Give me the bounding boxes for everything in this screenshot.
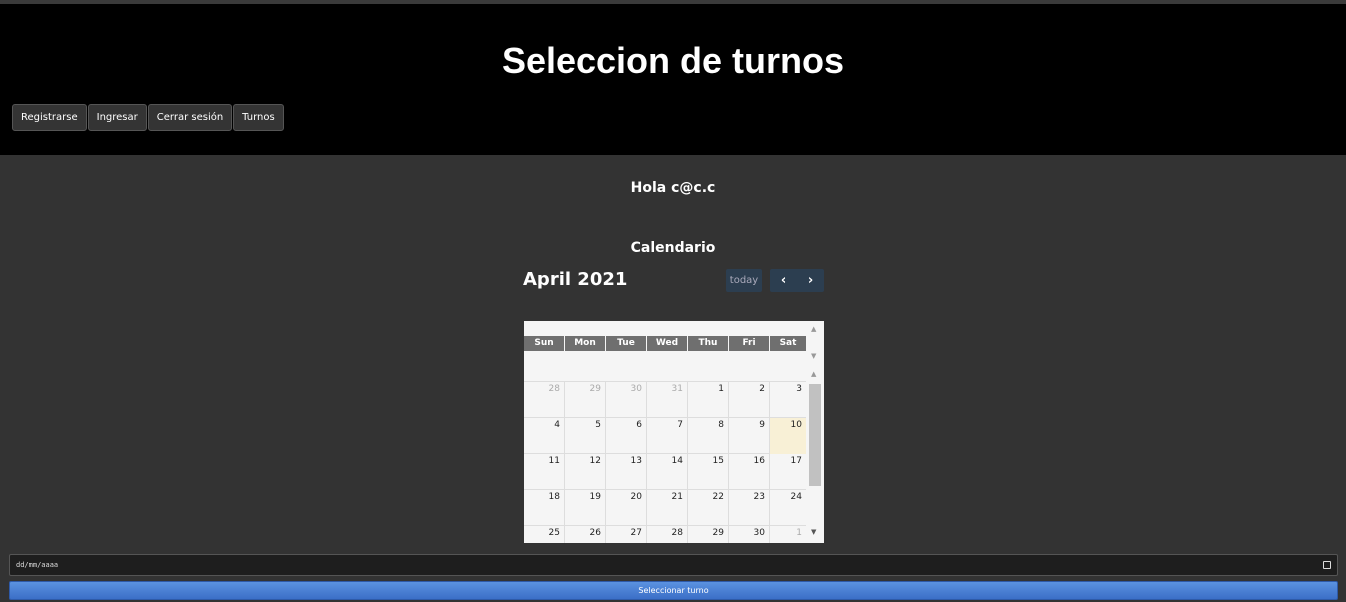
calendar-day[interactable]: 8 <box>688 418 729 454</box>
header: Seleccion de turnos Registrarse Ingresar… <box>0 4 1346 155</box>
scroll-up-icon[interactable]: ▲ <box>811 325 816 333</box>
calendar-day[interactable]: 23 <box>729 490 770 526</box>
weekday-label: Wed <box>647 336 688 351</box>
weekday-label: Tue <box>606 336 647 351</box>
calendar-day[interactable]: 30 <box>729 526 770 543</box>
calendar-day[interactable]: 11 <box>524 454 565 490</box>
chevron-left-icon[interactable]: ‹ <box>770 269 797 292</box>
calendar-day[interactable]: 1 <box>688 382 729 418</box>
calendar-week-row: 11 12 13 14 15 16 17 <box>524 453 806 490</box>
calendar-day[interactable]: 30 <box>606 382 647 418</box>
calendar-day[interactable]: 6 <box>606 418 647 454</box>
calendar-day[interactable]: 7 <box>647 418 688 454</box>
calendar-day[interactable]: 3 <box>770 382 806 418</box>
month-nav: ‹ › <box>770 269 824 292</box>
calendar-day[interactable]: 29 <box>688 526 729 543</box>
calendar-day[interactable]: 1 <box>770 526 806 543</box>
calendar-day[interactable]: 4 <box>524 418 565 454</box>
calendar-icon[interactable] <box>1323 561 1331 569</box>
month-title: April 2021 <box>523 269 628 290</box>
scroll-up-icon[interactable]: ▲ <box>811 370 816 378</box>
weekday-label: Mon <box>565 336 606 351</box>
calendar-day[interactable]: 24 <box>770 490 806 526</box>
greeting: Hola c@c.c <box>630 180 716 196</box>
logout-button[interactable]: Cerrar sesión <box>147 104 233 131</box>
today-button[interactable]: today <box>726 269 762 292</box>
calendar-scrollbar[interactable]: ▲ ▼ <box>807 366 824 543</box>
date-input[interactable]: dd/mm/aaaa <box>9 554 1338 576</box>
weekday-header: Sun Mon Tue Wed Thu Fri Sat <box>524 336 806 351</box>
nav-bar: Registrarse Ingresar Cerrar sesión Turno… <box>12 104 285 131</box>
header-scrollbar[interactable]: ▲ ▼ <box>807 321 824 366</box>
calendar-day[interactable]: 22 <box>688 490 729 526</box>
scroll-down-icon[interactable]: ▼ <box>811 352 816 360</box>
calendar-day[interactable]: 18 <box>524 490 565 526</box>
calendar-day[interactable]: 15 <box>688 454 729 490</box>
calendar-day[interactable]: 21 <box>647 490 688 526</box>
calendar-day[interactable]: 14 <box>647 454 688 490</box>
select-turn-button[interactable]: Seleccionar turno <box>9 581 1338 600</box>
calendar-day[interactable]: 17 <box>770 454 806 490</box>
calendar-day[interactable]: 25 <box>524 526 565 543</box>
register-button[interactable]: Registrarse <box>12 104 87 131</box>
calendar-day[interactable]: 10 <box>770 418 806 454</box>
weekday-label: Thu <box>688 336 729 351</box>
calendar-day[interactable]: 19 <box>565 490 606 526</box>
calendar-day[interactable]: 9 <box>729 418 770 454</box>
calendar-weeks: 28 29 30 31 1 2 3 4 5 6 7 8 9 10 11 12 13 14 15 16 17 18 19 20 2… <box>524 381 806 543</box>
weekday-label: Sat <box>770 336 806 351</box>
date-placeholder: dd/mm/aaaa <box>16 561 59 569</box>
calendar-day[interactable]: 13 <box>606 454 647 490</box>
weekday-label: Sun <box>524 336 565 351</box>
page-title: Seleccion de turnos <box>501 40 845 81</box>
chevron-right-icon[interactable]: › <box>797 269 824 292</box>
calendar-week-row: 4 5 6 7 8 9 10 <box>524 417 806 454</box>
calendar-day[interactable]: 16 <box>729 454 770 490</box>
calendar-day[interactable]: 12 <box>565 454 606 490</box>
calendar-day[interactable]: 2 <box>729 382 770 418</box>
calendar-day[interactable]: 27 <box>606 526 647 543</box>
weekday-label: Fri <box>729 336 770 351</box>
scrollbar-thumb[interactable] <box>809 384 821 486</box>
calendar-week-row: 18 19 20 21 22 23 24 <box>524 489 806 526</box>
turnos-button[interactable]: Turnos <box>233 104 284 131</box>
calendar-week-row: 25 26 27 28 29 30 1 <box>524 525 806 543</box>
calendar-day[interactable]: 26 <box>565 526 606 543</box>
calendar-day[interactable]: 20 <box>606 490 647 526</box>
login-button[interactable]: Ingresar <box>87 104 147 131</box>
calendar-week-row: 28 29 30 31 1 2 3 <box>524 381 806 418</box>
calendar-grid: Sun Mon Tue Wed Thu Fri Sat 28 29 30 31 1 2 3 4… <box>524 321 824 543</box>
scroll-down-icon[interactable]: ▼ <box>811 528 816 536</box>
calendar-day[interactable]: 29 <box>565 382 606 418</box>
calendar-heading: Calendario <box>630 240 716 256</box>
calendar-day[interactable]: 28 <box>524 382 565 418</box>
calendar-day[interactable]: 28 <box>647 526 688 543</box>
calendar-day[interactable]: 5 <box>565 418 606 454</box>
calendar-day[interactable]: 31 <box>647 382 688 418</box>
